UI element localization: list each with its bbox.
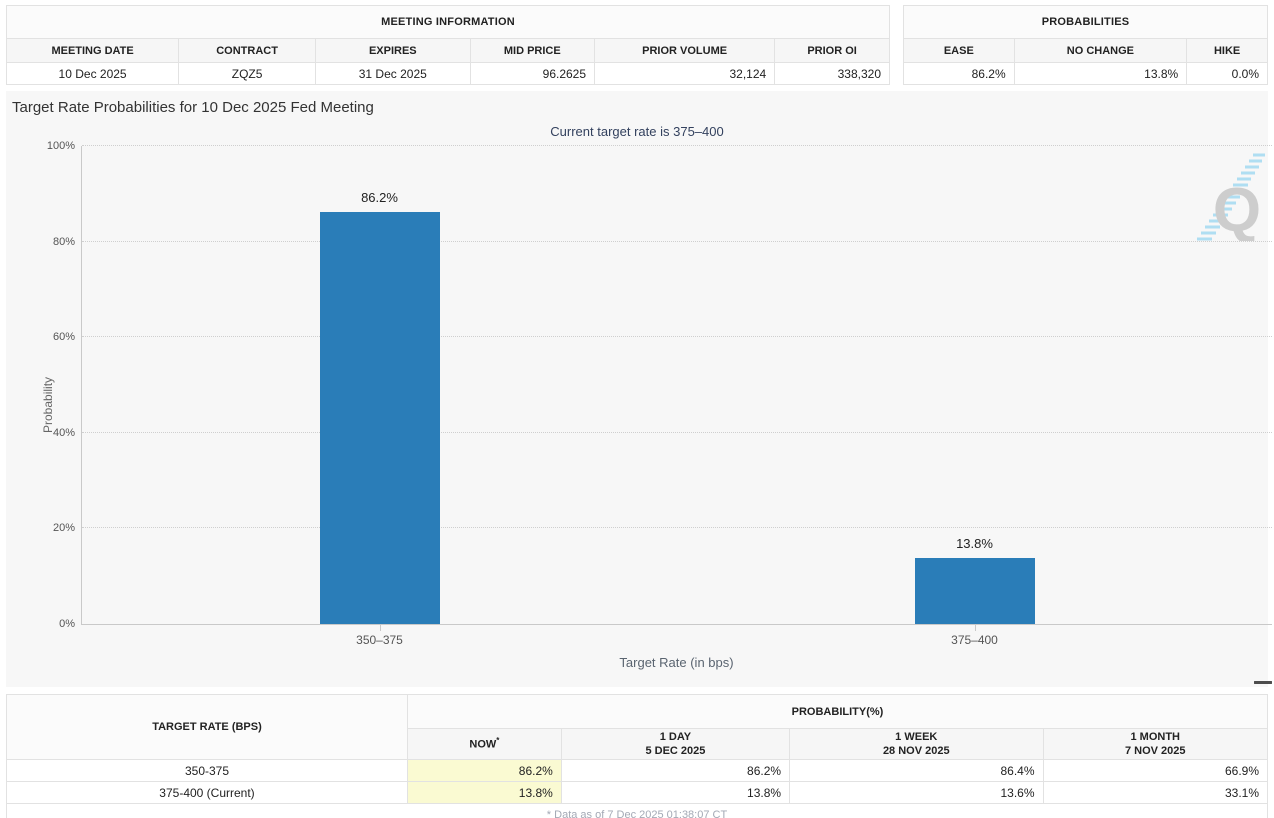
y-tick-label: 100% — [46, 140, 75, 152]
day-probability: 86.2% — [560, 759, 791, 782]
watermark-letter: Q — [1213, 176, 1261, 241]
target-rate-chart-panel: Target Rate Probabilities for 10 Dec 202… — [6, 91, 1272, 687]
y-tick-label: 60% — [52, 331, 75, 344]
month-probability: 33.1% — [1042, 781, 1268, 804]
month-probability: 66.9% — [1042, 759, 1268, 782]
x-tick-mark — [379, 624, 381, 631]
bar-value-label: 86.2% — [361, 189, 398, 205]
expires-value: 31 Dec 2025 — [315, 62, 471, 85]
prior-oi-value: 338,320 — [774, 62, 890, 85]
col-now: NOW* — [406, 728, 562, 760]
col-meeting-date: MEETING DATE — [5, 38, 180, 63]
now-probability: 13.8% — [406, 781, 562, 804]
bar-value-label: 13.8% — [956, 536, 993, 552]
gridline — [82, 145, 1272, 146]
col-1-day: 1 DAY 5 DEC 2025 — [560, 728, 791, 760]
contract-value: ZQZ5 — [178, 62, 317, 85]
gridline — [82, 336, 1272, 338]
col-mid-price: MID PRICE — [469, 38, 596, 63]
col-no-change: NO CHANGE — [1013, 38, 1188, 63]
q-logo-watermark: Q — [1197, 153, 1265, 241]
rate-range: 350-375 — [6, 759, 408, 782]
top-summary-row: MEETING INFORMATION MEETING DATE CONTRAC… — [5, 5, 1268, 85]
table-row-350-375: 350-375 86.2% 86.2% 86.4% 66.9% — [6, 759, 1268, 782]
col-expires: EXPIRES — [315, 38, 471, 63]
gridline — [82, 527, 1272, 529]
probability-history-table: TARGET RATE (BPS) PROBABILITY(%) NOW* 1 … — [6, 694, 1269, 818]
meeting-info-value-row: 10 Dec 2025 ZQZ5 31 Dec 2025 96.2625 32,… — [5, 62, 890, 85]
probabilities-summary-table: PROBABILITIES EASE NO CHANGE HIKE 86.2% … — [903, 5, 1268, 85]
col-1-week: 1 WEEK 28 NOV 2025 — [789, 728, 1044, 760]
rate-bps-header: TARGET RATE (BPS) — [6, 694, 408, 760]
meeting-info-header-row: MEETING DATE CONTRACT EXPIRES MID PRICE … — [5, 38, 890, 63]
y-tick-label: 80% — [52, 235, 75, 248]
col-1-month: 1 MONTH 7 NOV 2025 — [1042, 728, 1268, 760]
hike-value: 0.0% — [1186, 62, 1268, 85]
probability-pct-header: PROBABILITY(%) — [406, 694, 1269, 729]
prior-volume-value: 32,124 — [594, 62, 776, 85]
y-axis-title: Probability — [41, 376, 56, 433]
x-axis-title: Target Rate (in bps) — [619, 655, 734, 670]
y-tick-label: 0% — [59, 618, 75, 630]
col-prior-volume: PRIOR VOLUME — [594, 38, 776, 63]
day-probability: 13.8% — [560, 781, 791, 804]
data-as-of-note: * Data as of 7 Dec 2025 01:38:07 CT — [6, 804, 1268, 818]
probability-bar[interactable] — [319, 211, 440, 624]
now-probability: 86.2% — [406, 759, 562, 782]
probabilities-value-row: 86.2% 13.8% 0.0% — [903, 62, 1268, 85]
meeting-info-title: MEETING INFORMATION — [6, 5, 890, 39]
x-tick-label: 350–375 — [356, 633, 403, 647]
y-tick-label: 40% — [52, 426, 75, 439]
ease-value: 86.2% — [903, 62, 1015, 85]
probabilities-title: PROBABILITIES — [903, 5, 1268, 39]
chart-title: Target Rate Probabilities for 10 Dec 202… — [12, 99, 374, 116]
gridline — [82, 240, 1272, 242]
y-tick-label: 20% — [52, 522, 75, 535]
col-prior-oi: PRIOR OI — [774, 38, 890, 63]
chart-subtitle: Current target rate is 375–400 — [550, 124, 724, 139]
no-change-value: 13.8% — [1013, 62, 1188, 85]
col-ease: EASE — [903, 38, 1015, 63]
week-probability: 13.6% — [789, 781, 1044, 804]
gridline — [82, 431, 1272, 433]
col-hike: HIKE — [1186, 38, 1268, 63]
x-tick-label: 375–400 — [951, 633, 998, 647]
chart-menu-icon[interactable] — [1252, 99, 1272, 684]
probability-bar[interactable] — [914, 558, 1035, 624]
mid-price-value: 96.2625 — [469, 62, 596, 85]
col-contract: CONTRACT — [178, 38, 317, 63]
week-probability: 86.4% — [789, 759, 1044, 782]
table-row-375-400: 375-400 (Current) 13.8% 13.8% 13.6% 33.1… — [6, 781, 1268, 804]
plot-area: 0% 20% 40% 60% 80% 100% 86.2% 350–375 13.8% 375–4… — [47, 140, 1272, 647]
meeting-date-value: 10 Dec 2025 — [5, 62, 180, 85]
x-tick-mark — [974, 624, 976, 631]
probabilities-header-row: EASE NO CHANGE HIKE — [903, 38, 1268, 63]
meeting-information-table: MEETING INFORMATION MEETING DATE CONTRAC… — [5, 5, 890, 85]
rate-range: 375-400 (Current) — [6, 781, 408, 804]
